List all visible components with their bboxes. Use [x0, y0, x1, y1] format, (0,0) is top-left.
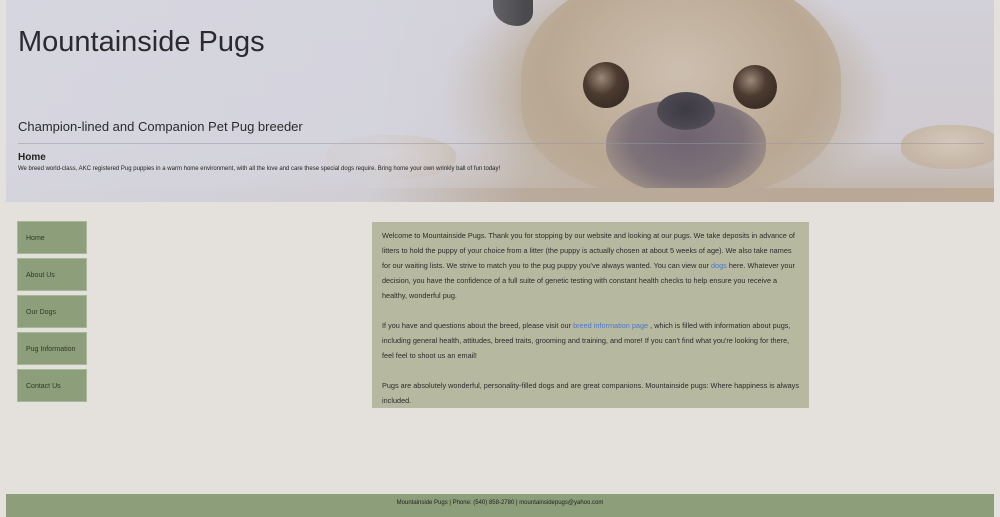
breed-information-link[interactable]: breed information page [573, 321, 648, 330]
nav-item-home[interactable]: Home [17, 221, 87, 254]
nav-item-pug-information[interactable]: Pug Information [17, 332, 87, 365]
nav-item-contact-us[interactable]: Contact Us [17, 369, 87, 402]
welcome-content: Welcome to Mountainside Pugs. Thank you … [372, 222, 809, 408]
hero-divider [18, 143, 984, 144]
closing-paragraph: Pugs are absolutely wonderful, personali… [382, 381, 799, 405]
breed-info-paragraph: If you have and questions about the bree… [382, 321, 791, 360]
footer-contact-text: Mountainside Pugs | Phone: (540) 858-278… [396, 500, 604, 506]
sidebar-nav: Home About Us Our Dogs Pug Information C… [17, 221, 89, 406]
nav-item-our-dogs[interactable]: Our Dogs [17, 295, 87, 328]
site-title: Mountainside Pugs [18, 26, 265, 58]
hero-banner: Mountainside Pugs Champion-lined and Com… [6, 0, 994, 202]
site-tagline: Champion-lined and Companion Pet Pug bre… [18, 119, 303, 134]
dogs-link[interactable]: dogs [711, 261, 727, 270]
page-heading: Home [18, 152, 46, 163]
hero-description: We breed world-class, AKC registered Pug… [18, 166, 501, 172]
welcome-paragraph: Welcome to Mountainside Pugs. Thank you … [382, 231, 795, 300]
nav-item-about-us[interactable]: About Us [17, 258, 87, 291]
footer: Mountainside Pugs | Phone: (540) 858-278… [6, 494, 994, 517]
